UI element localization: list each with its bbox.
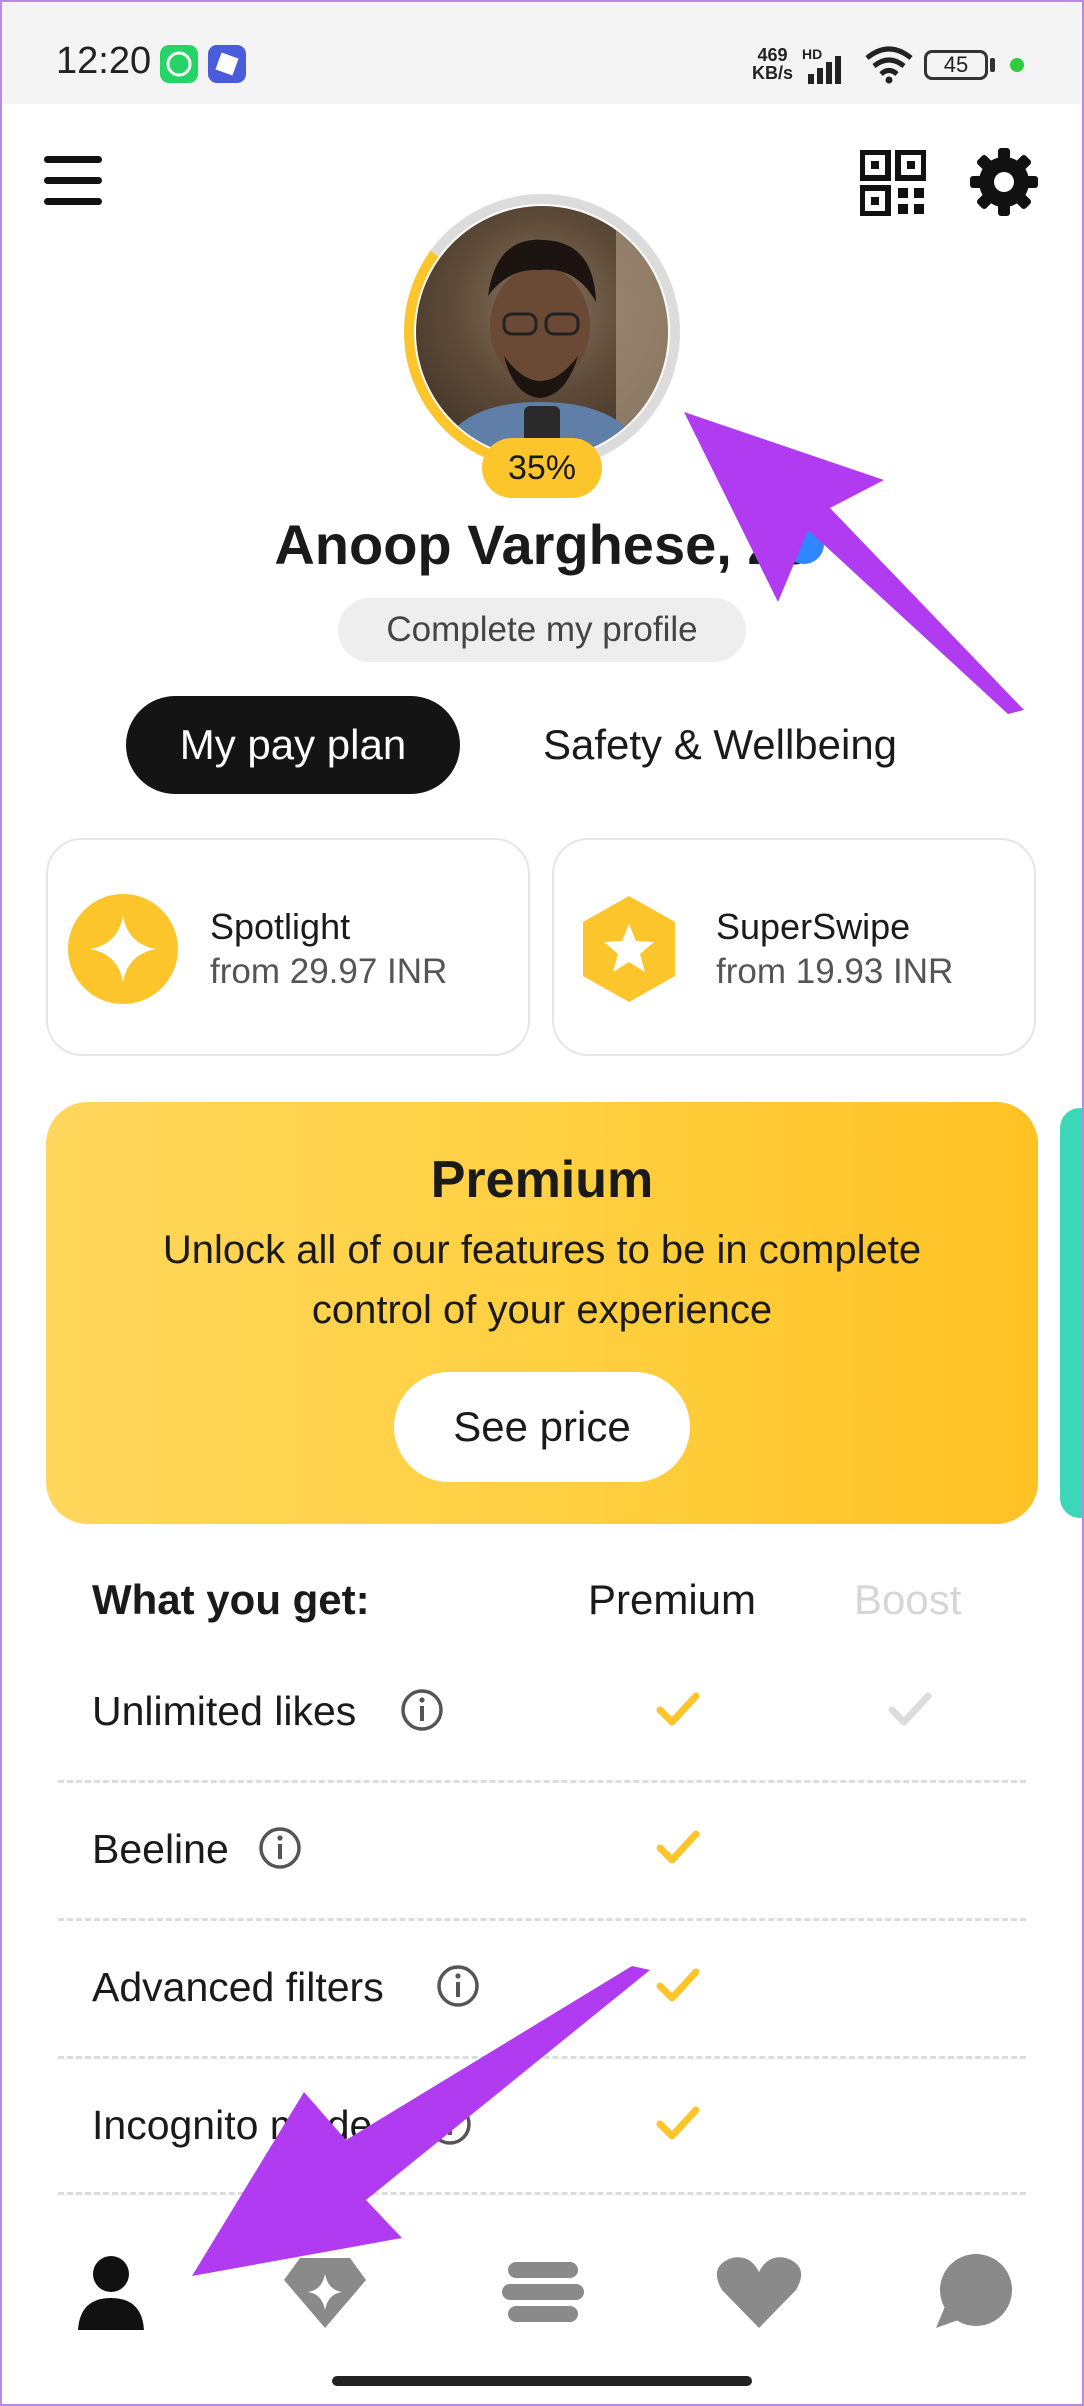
see-price-button[interactable]: See price (394, 1372, 690, 1482)
chats-icon[interactable] (928, 2252, 1018, 2332)
completion-badge: 35% (482, 438, 602, 498)
spotlight-icon (68, 894, 178, 1004)
superswipe-card[interactable]: SuperSwipe from 19.93 INR (552, 838, 1036, 1056)
superswipe-price: from 19.93 INR (716, 952, 954, 991)
home-indicator[interactable] (332, 2376, 752, 2386)
whatsapp-icon (160, 45, 198, 83)
net-speed: 469 KB/s (752, 46, 793, 82)
row-divider (58, 1780, 1026, 1783)
likes-icon[interactable] (714, 2252, 804, 2332)
signal-icon (808, 56, 841, 84)
tab-my-pay-plan[interactable]: My pay plan (126, 696, 460, 794)
profile-icon[interactable] (66, 2252, 156, 2332)
row-divider (58, 1918, 1026, 1921)
battery-tip (990, 58, 995, 72)
menu-icon[interactable] (44, 156, 102, 206)
premium-card: Premium Unlock all of our features to be… (46, 1102, 1038, 1524)
premium-check-icon (656, 1692, 700, 1726)
wifi-icon (865, 46, 913, 84)
status-bar: 12:20 469 KB/s HD 45 (0, 0, 1084, 104)
premium-title: Premium (430, 1151, 654, 1209)
info-icon[interactable] (258, 1826, 302, 1870)
spotlight-price: from 29.97 INR (210, 952, 448, 991)
privacy-dot (1010, 58, 1024, 72)
feature-row-label: Beeline (92, 1826, 229, 1872)
what-you-get-label: What you get: (92, 1576, 370, 1623)
avatar-photo (416, 206, 668, 458)
boost-column-header[interactable]: Boost (854, 1576, 961, 1624)
next-plan-card[interactable] (1060, 1108, 1084, 1518)
superswipe-title: SuperSwipe (716, 906, 911, 947)
feature-row-label: Unlimited likes (92, 1688, 357, 1734)
premium-description: Unlock all of our features to be in comp… (162, 1228, 922, 1332)
annotation-arrow-top (684, 412, 1024, 714)
boost-check-icon (888, 1692, 932, 1726)
spotlight-card[interactable]: Spotlight from 29.97 INR (46, 838, 530, 1056)
premium-column-header[interactable]: Premium (588, 1576, 756, 1624)
info-icon[interactable] (400, 1688, 444, 1732)
net-speed-value: 469 (757, 45, 788, 65)
superswipe-icon (583, 896, 675, 1002)
battery-indicator: 45 (924, 50, 988, 80)
qr-code-icon[interactable] (860, 150, 926, 216)
status-time: 12:20 (56, 40, 152, 82)
premium-check-icon (656, 1830, 700, 1864)
annotation-arrow-bottom (192, 1966, 650, 2276)
spotlight-title: Spotlight (210, 906, 351, 947)
app-icon (208, 45, 246, 83)
gear-icon[interactable] (970, 148, 1038, 216)
net-speed-unit: KB/s (752, 63, 794, 83)
